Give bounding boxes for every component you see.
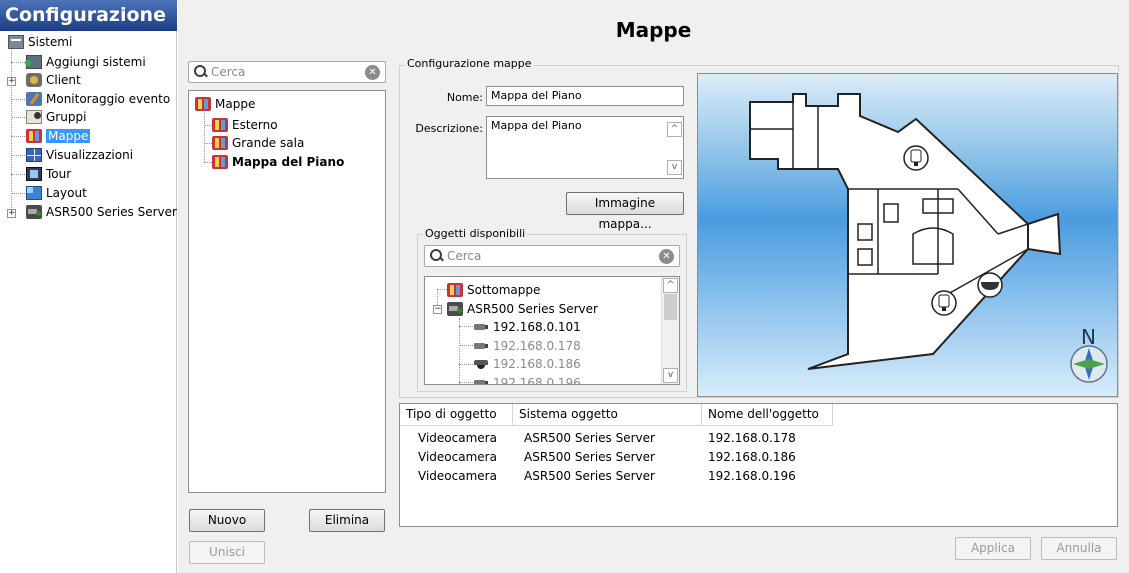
delete-map-button[interactable]: Elimina	[309, 509, 385, 532]
table-cell: Videocamera	[418, 469, 497, 483]
tree-guide	[11, 117, 25, 118]
nav-item-layout[interactable]: Layout	[26, 184, 87, 202]
map-icon	[212, 118, 228, 132]
scroll-up-button[interactable]: ^	[663, 278, 678, 293]
merge-button[interactable]: Unisci	[189, 541, 265, 564]
map-image-button[interactable]: Immagine mappa...	[566, 192, 684, 231]
table-cell: 192.168.0.178	[708, 431, 796, 445]
object-item-camera-186[interactable]: 192.168.0.186	[473, 355, 581, 373]
tree-guide	[11, 99, 25, 100]
map-icon	[26, 129, 42, 143]
scroll-down-button[interactable]: v	[667, 160, 682, 175]
systems-icon	[8, 35, 24, 49]
event-monitor-icon	[26, 92, 42, 106]
compass-icon	[1070, 345, 1108, 383]
apply-button[interactable]: Applica	[955, 537, 1031, 560]
available-objects-label: Oggetti disponibili	[423, 227, 528, 240]
map-icon	[447, 283, 463, 297]
expand-toggle-server[interactable]: +	[7, 209, 16, 218]
tree-guide	[11, 155, 25, 156]
tree-guide	[11, 136, 25, 137]
map-view[interactable]: N	[697, 73, 1118, 397]
camera-icon	[473, 339, 489, 353]
tree-item-mappa-del-piano[interactable]: Mappa del Piano	[212, 153, 344, 171]
objects-search-input[interactable]: Cerca ✕	[424, 245, 680, 267]
expand-toggle-client[interactable]: +	[7, 77, 16, 86]
description-textarea[interactable]: Mappa del Piano ^ v	[486, 116, 684, 179]
map-icon	[212, 136, 228, 150]
tree-guide	[11, 62, 25, 63]
table-cell: ASR500 Series Server	[524, 431, 655, 445]
cancel-button[interactable]: Annulla	[1041, 537, 1117, 560]
column-header[interactable]: Sistema oggetto	[513, 404, 702, 426]
scroll-down-button[interactable]: v	[663, 368, 678, 383]
table-cell: Videocamera	[418, 431, 497, 445]
name-label: Nome:	[446, 91, 483, 104]
object-item-camera-178[interactable]: 192.168.0.178	[473, 337, 581, 355]
maps-search-input[interactable]: Cerca ✕	[188, 61, 386, 83]
tree-guide	[11, 193, 25, 194]
name-input[interactable]: Mappa del Piano	[486, 86, 684, 106]
description-label: Descrizione:	[415, 122, 483, 135]
nav-item-client[interactable]: Client	[26, 71, 81, 89]
floor-plan	[749, 93, 1108, 383]
search-icon	[430, 249, 444, 263]
tree-guide	[11, 47, 12, 214]
nav-item-monitoraggio-evento[interactable]: Monitoraggio evento	[26, 90, 170, 108]
camera-icon	[473, 320, 489, 334]
tree-guide	[11, 174, 25, 175]
map-objects-table: Tipo di oggetto Sistema oggetto Nome del…	[399, 403, 1118, 527]
table-cell: 192.168.0.186	[708, 450, 796, 464]
server-icon	[26, 205, 42, 219]
scroll-thumb[interactable]	[664, 294, 677, 320]
layout-icon	[26, 186, 42, 200]
nav-item-gruppi[interactable]: Gruppi	[26, 108, 86, 126]
maps-tree: Mappe Esterno Grande sala Mappa del Pian…	[188, 90, 386, 493]
object-item-camera-196[interactable]: 192.168.0.196	[473, 374, 581, 384]
object-item-server[interactable]: ASR500 Series Server	[447, 300, 598, 318]
tree-item-grande-sala[interactable]: Grande sala	[212, 134, 304, 152]
new-map-button[interactable]: Nuovo	[189, 509, 265, 532]
nav-item-sistemi[interactable]: Sistemi	[8, 33, 72, 51]
tree-item-esterno[interactable]: Esterno	[212, 116, 278, 134]
map-icon	[212, 155, 228, 169]
clear-search-icon[interactable]: ✕	[365, 64, 380, 80]
column-header[interactable]: Nome dell'oggetto	[702, 404, 833, 426]
table-cell: ASR500 Series Server	[524, 469, 655, 483]
dome-camera-icon	[473, 357, 489, 371]
server-icon	[447, 302, 463, 316]
column-header[interactable]: Tipo di oggetto	[400, 404, 513, 426]
floor-plan-walls	[749, 93, 1062, 370]
page-title: Mappe	[615, 18, 692, 42]
tour-icon	[26, 167, 42, 181]
map-icon	[195, 97, 211, 111]
compass-north-label: N	[1081, 325, 1096, 349]
nav-item-tour[interactable]: Tour	[26, 165, 71, 183]
client-icon	[26, 73, 42, 87]
add-system-icon	[25, 55, 42, 69]
objects-scrollbar[interactable]: ^ v	[661, 277, 679, 384]
map-config-group-label: Configurazione mappe	[405, 57, 534, 70]
expand-toggle-server[interactable]: −	[433, 305, 442, 314]
nav-item-aggiungi-sistemi[interactable]: Aggiungi sistemi	[25, 53, 146, 71]
table-cell: Videocamera	[418, 450, 497, 464]
config-nav-panel: Configurazione Sistemi Aggiungi sistemi …	[0, 0, 177, 573]
object-item-sottomappe[interactable]: Sottomappe	[447, 281, 540, 299]
views-icon	[26, 148, 42, 162]
scroll-up-button[interactable]: ^	[667, 122, 682, 137]
tree-item-mappe[interactable]: Mappe	[195, 95, 255, 113]
search-icon	[194, 65, 208, 79]
groups-icon	[26, 110, 42, 124]
nav-title: Configurazione	[0, 0, 177, 31]
table-cell: 192.168.0.196	[708, 469, 796, 483]
object-item-camera-101[interactable]: 192.168.0.101	[473, 318, 581, 336]
nav-item-visualizzazioni[interactable]: Visualizzazioni	[26, 146, 133, 164]
nav-item-mappe[interactable]: Mappe	[26, 127, 91, 145]
nav-item-asr500-server[interactable]: ASR500 Series Server	[26, 203, 177, 221]
clear-search-icon[interactable]: ✕	[659, 248, 674, 264]
camera-icon	[473, 376, 489, 384]
available-objects-tree: − Sottomappe ASR500 Series Server 192.16…	[424, 276, 680, 385]
table-cell: ASR500 Series Server	[524, 450, 655, 464]
